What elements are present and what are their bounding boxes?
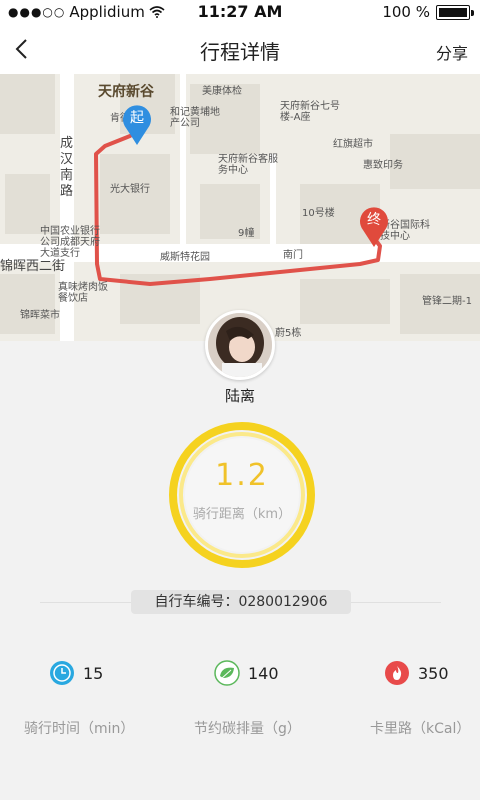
map-label: 天府新谷七号楼-A座: [280, 101, 340, 123]
start-pin-label: 起: [130, 110, 144, 126]
calories-value: 350: [418, 663, 449, 683]
map-label: 锦晖菜市: [20, 310, 60, 321]
clock-icon: [50, 661, 74, 685]
map-label: 威斯特花园: [160, 252, 210, 263]
battery-icon: [436, 4, 474, 20]
end-pin[interactable]: 终: [358, 204, 390, 248]
route-map[interactable]: 天府新谷 美康体检 天府新谷七号楼-A座 肯德基 和记黄埔地产公司 红旗超市 惠…: [0, 74, 480, 341]
share-button[interactable]: 分享: [436, 40, 468, 64]
stat-carbon-saved: 140: [214, 660, 279, 686]
divider: [40, 602, 131, 603]
map-label: 成汉南路: [60, 136, 74, 199]
stat-calories: 350: [384, 660, 449, 686]
carbon-saved-label: 节约碳排量（g）: [194, 721, 301, 737]
map-label: 南门: [283, 250, 303, 261]
map-label: 和记黄埔地产公司: [170, 107, 220, 129]
flame-icon: [385, 661, 409, 685]
map-label: 管锋二期-1: [422, 296, 472, 307]
map-label: 美康体检: [202, 86, 242, 97]
navigation-bar: 行程详情 分享: [0, 24, 480, 74]
divider: [351, 602, 441, 603]
calories-label: 卡里路（kCal）: [370, 721, 471, 737]
page-title: 行程详情: [200, 40, 280, 64]
avatar[interactable]: [205, 310, 275, 380]
username: 陆离: [224, 387, 255, 405]
ride-time-value: 15: [83, 663, 104, 683]
distance-gauge: [169, 422, 315, 568]
start-pin[interactable]: 起: [121, 102, 153, 146]
map-label: 真味烤肉饭餐饮店: [58, 282, 108, 304]
status-bar: ●●●○○ Applidium 11:27 AM 100 %: [0, 0, 480, 24]
leaf-icon: [214, 660, 240, 686]
map-label: 惠致印务: [363, 160, 403, 171]
carbon-saved-value: 140: [248, 663, 279, 683]
map-label: 光大银行: [110, 184, 150, 195]
map-label: 天府新谷客服务中心: [218, 154, 278, 176]
user-photo-icon: [208, 313, 272, 377]
end-pin-label: 终: [367, 212, 381, 228]
stat-ride-time: 15: [49, 660, 103, 686]
distance-value: 1.2: [215, 458, 269, 493]
battery-info: 100 %: [382, 3, 474, 21]
map-label: 天府新谷: [98, 84, 154, 100]
map-label: 10号楼: [302, 208, 335, 219]
map-label: 9幢: [238, 228, 255, 239]
map-label: 锦晖西二街: [0, 259, 66, 274]
map-label: 红旗超市: [333, 139, 373, 150]
map-label: 蔚5栋: [275, 328, 302, 339]
bike-id-badge: 自行车编号：0280012906: [131, 590, 351, 614]
bike-id-row: 自行车编号：0280012906: [0, 590, 480, 614]
ride-time-label: 骑行时间（min）: [24, 721, 135, 737]
battery-percent: 100 %: [382, 3, 430, 21]
distance-label: 骑行距离（km）: [192, 507, 292, 522]
